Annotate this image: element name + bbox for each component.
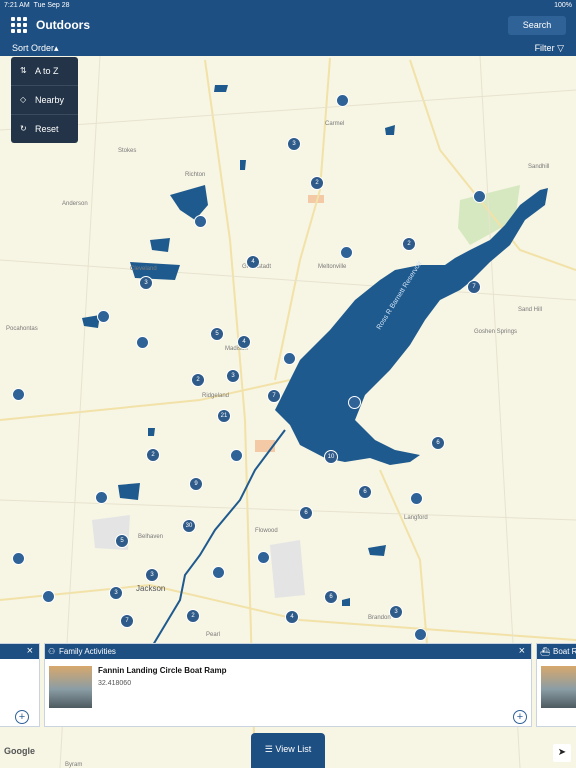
cluster-marker[interactable]: 3 bbox=[226, 369, 240, 383]
map-poi-icon[interactable] bbox=[348, 396, 361, 409]
reset-icon: ↻ bbox=[20, 124, 27, 133]
status-time: 7:21 AM Tue Sep 28 bbox=[4, 2, 70, 9]
sort-icon: ⇅ bbox=[20, 66, 27, 75]
card-category-title: Boat R bbox=[553, 647, 576, 656]
map-poi-icon[interactable] bbox=[473, 190, 486, 203]
page-title: Outdoors bbox=[36, 18, 90, 32]
search-button[interactable]: Search bbox=[508, 16, 566, 35]
sort-order-menu: ⇅ A to Z ◇ Nearby ↻ Reset bbox=[11, 57, 78, 143]
current-location-button[interactable]: ➤ bbox=[553, 744, 571, 762]
cluster-marker[interactable]: 2 bbox=[146, 448, 160, 462]
map-poi-icon[interactable] bbox=[336, 94, 349, 107]
sort-reset-item[interactable]: ↻ Reset bbox=[11, 115, 78, 143]
map-poi-icon[interactable] bbox=[42, 590, 55, 603]
cluster-marker[interactable]: 21 bbox=[217, 409, 231, 423]
cluster-marker[interactable]: 6 bbox=[431, 436, 445, 450]
cluster-marker[interactable]: 3 bbox=[109, 586, 123, 600]
map-poi-icon[interactable] bbox=[340, 246, 353, 259]
map-poi-icon[interactable] bbox=[12, 388, 25, 401]
map-poi-icon[interactable] bbox=[410, 492, 423, 505]
map-poi-icon[interactable] bbox=[414, 628, 427, 641]
add-icon[interactable]: + bbox=[513, 710, 527, 724]
close-icon[interactable]: × bbox=[27, 644, 33, 659]
cluster-marker[interactable]: 4 bbox=[285, 610, 299, 624]
cluster-marker[interactable]: 4 bbox=[237, 335, 251, 349]
filter-icon: ▽ bbox=[557, 43, 564, 53]
cluster-marker[interactable]: 2 bbox=[402, 237, 416, 251]
cluster-marker[interactable]: 4 bbox=[246, 255, 260, 269]
map-poi-icon[interactable] bbox=[136, 336, 149, 349]
cluster-marker[interactable]: 6 bbox=[358, 485, 372, 499]
map-poi-icon[interactable] bbox=[283, 352, 296, 365]
card-coordinate: 32.418060 bbox=[98, 680, 132, 687]
map-poi-icon[interactable] bbox=[230, 449, 243, 462]
result-card-next[interactable]: ⛴ Boat R bbox=[536, 643, 576, 727]
cluster-marker[interactable]: 6 bbox=[324, 590, 338, 604]
sort-order-button[interactable]: Sort Order▴ bbox=[12, 40, 59, 56]
cluster-marker[interactable]: 30 bbox=[182, 519, 196, 533]
cluster-marker[interactable]: 2 bbox=[310, 176, 324, 190]
status-bar: 7:21 AM Tue Sep 28 100% bbox=[0, 0, 576, 12]
boat-ramp-icon: ⛴ bbox=[540, 647, 551, 656]
cluster-marker[interactable]: 3 bbox=[139, 276, 153, 290]
cluster-marker[interactable]: 3 bbox=[287, 137, 301, 151]
result-cards: × + ⚇ Family Activities × Fannin Landing… bbox=[0, 643, 576, 727]
result-card-previous[interactable]: × + bbox=[0, 643, 40, 727]
map-poi-icon[interactable] bbox=[257, 551, 270, 564]
cluster-marker[interactable]: 7 bbox=[120, 614, 134, 628]
apps-grid-icon[interactable] bbox=[11, 17, 28, 34]
map-poi-icon[interactable] bbox=[95, 491, 108, 504]
map-poi-icon[interactable] bbox=[212, 566, 225, 579]
status-battery: 100% bbox=[554, 2, 572, 9]
family-icon: ⚇ bbox=[48, 647, 56, 656]
add-icon[interactable]: + bbox=[15, 710, 29, 724]
cluster-marker[interactable]: 10 bbox=[324, 450, 338, 464]
sort-caret-icon: ▴ bbox=[54, 43, 59, 53]
cluster-marker[interactable]: 7 bbox=[467, 280, 481, 294]
sort-nearby-item[interactable]: ◇ Nearby bbox=[11, 86, 78, 115]
card-thumbnail bbox=[49, 666, 92, 708]
card-place-name: Fannin Landing Circle Boat Ramp bbox=[98, 666, 227, 675]
location-arrow-icon: ➤ bbox=[557, 747, 567, 758]
cluster-marker[interactable]: 5 bbox=[115, 534, 129, 548]
cluster-marker[interactable]: 2 bbox=[186, 609, 200, 623]
cluster-marker[interactable]: 6 bbox=[299, 506, 313, 520]
result-card-family-activities[interactable]: ⚇ Family Activities × Fannin Landing Cir… bbox=[44, 643, 532, 727]
google-logo: Google bbox=[4, 746, 35, 756]
cluster-marker[interactable]: 3 bbox=[389, 605, 403, 619]
view-list-button[interactable]: ☰ View List bbox=[251, 733, 325, 768]
location-icon: ◇ bbox=[20, 95, 27, 104]
cluster-marker[interactable]: 7 bbox=[267, 389, 281, 403]
cluster-marker[interactable]: 5 bbox=[210, 327, 224, 341]
map-poi-icon[interactable] bbox=[194, 215, 207, 228]
sort-filter-bar: Sort Order▴ Filter ▽ bbox=[0, 40, 576, 56]
sort-a-to-z-item[interactable]: ⇅ A to Z bbox=[11, 57, 78, 86]
cluster-marker[interactable]: 3 bbox=[145, 568, 159, 582]
list-icon: ☰ bbox=[264, 744, 273, 754]
cluster-marker[interactable]: 9 bbox=[189, 477, 203, 491]
card-thumbnail bbox=[541, 666, 576, 708]
card-category-title: Family Activities bbox=[59, 647, 116, 656]
cluster-marker[interactable]: 2 bbox=[191, 373, 205, 387]
close-icon[interactable]: × bbox=[519, 644, 525, 659]
app-header: Outdoors Search bbox=[0, 12, 576, 40]
map-poi-icon[interactable] bbox=[97, 310, 110, 323]
map-poi-icon[interactable] bbox=[12, 552, 25, 565]
filter-button[interactable]: Filter ▽ bbox=[535, 40, 564, 56]
